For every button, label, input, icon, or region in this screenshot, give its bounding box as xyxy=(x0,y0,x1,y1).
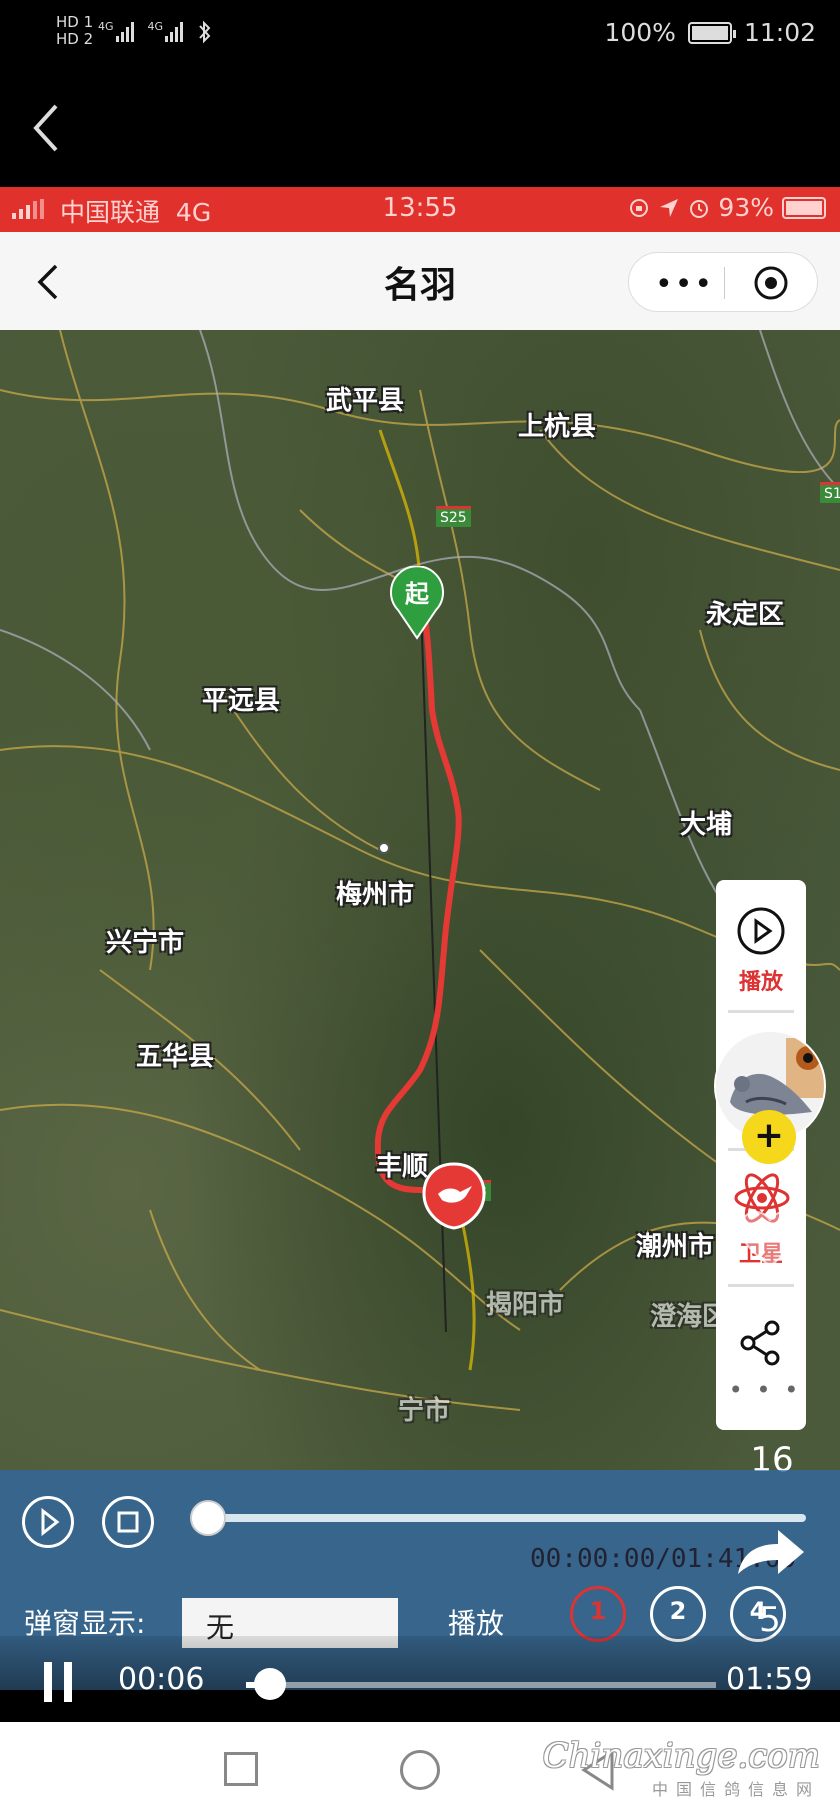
recents-button[interactable] xyxy=(224,1752,258,1786)
follow-button[interactable]: + xyxy=(742,1110,796,1164)
city-label: 平远县 xyxy=(202,686,281,716)
like-count: 41 xyxy=(748,1282,792,1322)
follow-plus-label: + xyxy=(753,1115,785,1156)
signal-icon: 4G xyxy=(98,20,134,42)
replay-progress-track[interactable] xyxy=(206,1514,806,1522)
alarm-icon xyxy=(690,199,709,218)
generation-label: 4G xyxy=(98,20,114,33)
pigeon-position-marker[interactable] xyxy=(420,1160,488,1232)
video-controls: 00:06 01:59 xyxy=(0,1636,840,1722)
lock-rotation-icon xyxy=(630,198,649,217)
play-button-label[interactable]: 播放 xyxy=(716,964,806,996)
video-progress-knob[interactable] xyxy=(254,1668,286,1700)
city-label: 武平县 xyxy=(326,386,405,416)
hd-indicator: HD 1 HD 2 xyxy=(56,14,93,48)
comment-button[interactable]: • • • xyxy=(728,1366,802,1422)
watermark-en: Chinaxinge.com xyxy=(542,1736,820,1776)
divider xyxy=(728,1010,794,1013)
heart-icon[interactable] xyxy=(736,1210,804,1270)
location-arrow-icon xyxy=(660,198,679,217)
site-watermark: Chinaxinge.com 中国信鸽信息网 xyxy=(543,1736,820,1800)
forward-count: 5 xyxy=(759,1600,781,1640)
signal-icon: 4G xyxy=(148,20,184,42)
pigeon-marker-icon xyxy=(422,1162,486,1230)
satellite-map[interactable]: 武平县 上杭县 永定区 平远县 大埔 梅州市 兴宁市 五华县 丰顺 潮州市 揭阳… xyxy=(0,330,840,1470)
play-icon[interactable] xyxy=(736,906,786,956)
speed-1x-button[interactable]: 1 xyxy=(570,1586,626,1642)
stop-icon xyxy=(117,1511,139,1533)
city-label: 揭阳市 xyxy=(486,1290,565,1320)
city-label: 上杭县 xyxy=(518,412,597,442)
battery-percent: 100% xyxy=(604,18,676,47)
inner-battery-percent: 93% xyxy=(718,193,774,222)
system-nav-bar: Chinaxinge.com 中国信鸽信息网 xyxy=(0,1722,840,1820)
city-label: 梅州市 xyxy=(336,880,415,910)
forward-icon[interactable] xyxy=(734,1524,808,1580)
share-icon[interactable] xyxy=(738,1320,784,1366)
hd2-label: HD 2 xyxy=(56,30,94,48)
replay-progress-knob[interactable] xyxy=(190,1500,226,1536)
city-label: 兴宁市 xyxy=(106,928,185,958)
road-badge: S25 xyxy=(436,506,471,527)
battery-icon xyxy=(687,21,736,44)
outer-status-bar: HD 1 HD 2 4G 4G 100% 11:02 xyxy=(0,0,840,70)
city-dot xyxy=(378,842,390,854)
pause-icon[interactable] xyxy=(42,1662,76,1702)
bluetooth-icon xyxy=(199,20,211,44)
generation-label: 4G xyxy=(147,20,164,33)
road-badge: S1 xyxy=(820,482,840,503)
hd1-label: HD 1 xyxy=(56,13,94,31)
close-miniprogram-icon[interactable] xyxy=(753,265,789,301)
city-label: 大埔 xyxy=(680,810,733,840)
back-arrow-icon[interactable] xyxy=(26,98,66,158)
battery-icon xyxy=(782,196,826,219)
city-label: 永定区 xyxy=(706,600,785,630)
more-options-button[interactable]: ••• xyxy=(655,267,714,302)
city-label: 宁市 xyxy=(398,1396,451,1426)
clock: 11:02 xyxy=(743,18,816,47)
app-navbar: 名羽 ••• xyxy=(0,232,840,330)
play-icon xyxy=(41,1507,60,1537)
inner-status-bar: 中国联通 4G 13:55 93% xyxy=(0,187,840,232)
watermark-cn: 中国信鸽信息网 xyxy=(651,1780,820,1799)
capsule-divider xyxy=(724,267,725,299)
comment-icon: • • • xyxy=(728,1376,802,1404)
speed-2x-button[interactable]: 2 xyxy=(650,1586,706,1642)
replay-stop-button[interactable] xyxy=(102,1496,154,1548)
signal-bars: 4G 4G xyxy=(98,20,213,44)
start-label: 起 xyxy=(405,580,429,608)
replay-play-button[interactable] xyxy=(22,1496,74,1548)
miniprogram-capsule: ••• xyxy=(628,252,818,312)
city-label: 潮州市 xyxy=(636,1232,715,1262)
video-total-time: 01:59 xyxy=(726,1662,813,1697)
home-button[interactable] xyxy=(400,1750,440,1790)
video-current-time: 00:06 xyxy=(118,1662,205,1697)
city-label: 五华县 xyxy=(136,1042,215,1072)
video-progress-track[interactable] xyxy=(246,1682,716,1688)
start-marker[interactable]: 起 xyxy=(388,565,446,640)
